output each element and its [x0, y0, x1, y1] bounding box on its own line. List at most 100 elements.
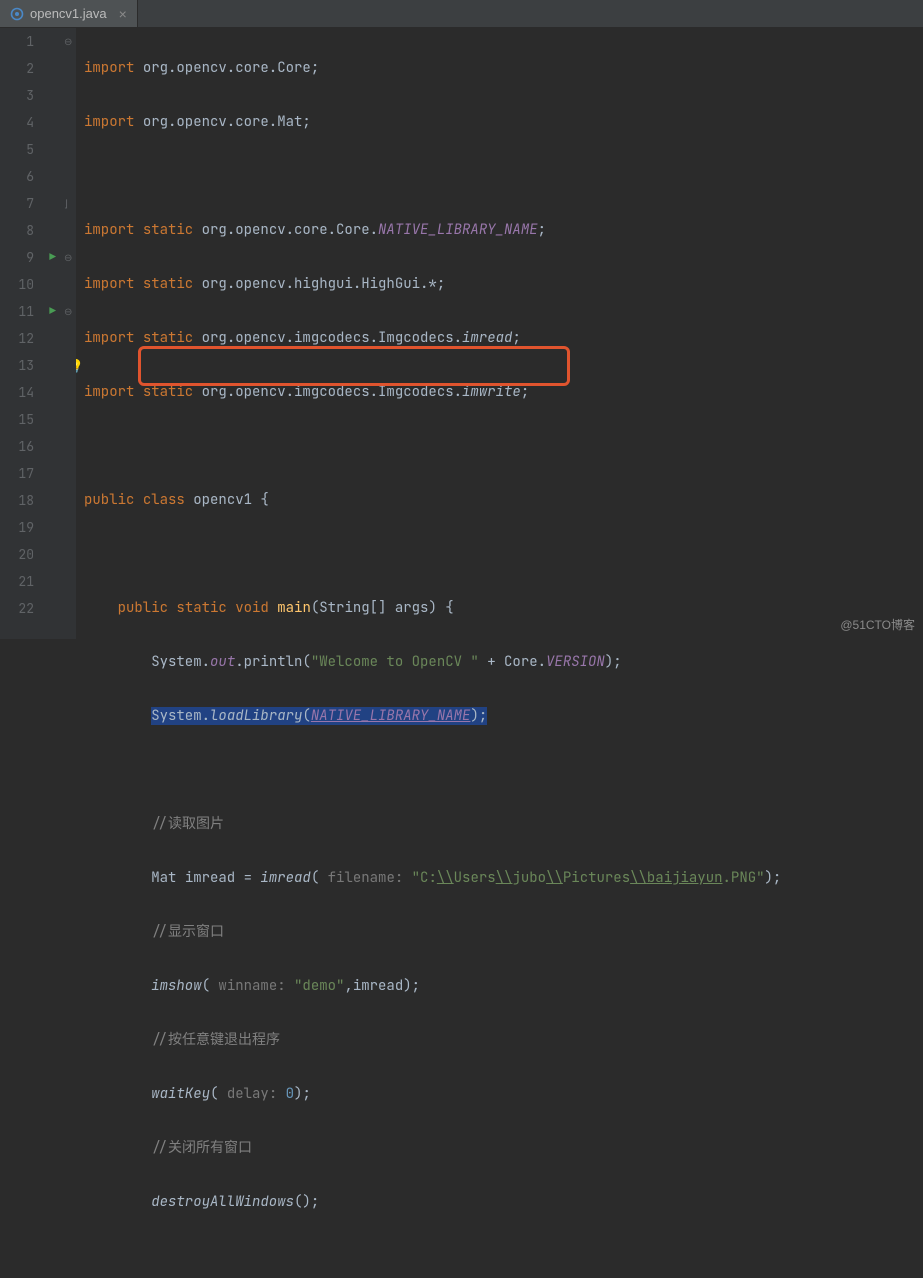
fold-marker[interactable]: ⊖ — [64, 298, 72, 325]
method: loadLibrary — [210, 707, 302, 725]
field: NATIVE_LIBRARY_NAME — [311, 707, 471, 725]
method: imread — [462, 329, 512, 347]
line-number: 11 — [18, 303, 34, 320]
method: imshow — [151, 977, 201, 995]
line-number: 16 — [18, 438, 34, 455]
field: NATIVE_LIBRARY_NAME — [378, 221, 538, 239]
comment: //显示窗口 — [151, 923, 224, 941]
class-name: opencv1 — [193, 491, 252, 509]
line-number: 14 — [18, 384, 34, 401]
comment: //按任意键退出程序 — [151, 1031, 280, 1049]
field: out — [210, 653, 235, 671]
fold-marker[interactable]: ⌋ — [64, 190, 68, 217]
comment: //读取图片 — [151, 815, 224, 833]
line-number: 2 — [26, 60, 34, 77]
line-number: 5 — [26, 141, 34, 158]
line-number-gutter: 1 2 3 4 5 6 7 8 9▶ 10 11▶ 12 13💡 14 15 1… — [0, 28, 62, 639]
string: "demo" — [294, 977, 344, 995]
line-number: 6 — [26, 168, 34, 185]
semicolon: ; — [311, 59, 319, 77]
keyword: void — [235, 599, 269, 617]
type: Mat — [151, 869, 185, 887]
line-number: 19 — [18, 519, 34, 536]
brace: { — [252, 491, 269, 509]
method-name: main — [277, 599, 311, 617]
keyword: static — [143, 221, 193, 239]
keyword: public — [118, 599, 168, 617]
identifier: System — [151, 707, 201, 725]
fold-marker[interactable]: ⊖ — [64, 244, 72, 271]
paren: ); — [605, 653, 622, 671]
string: \\ — [546, 869, 563, 887]
line-number: 17 — [18, 465, 34, 482]
package: org.opencv.core.Core. — [202, 221, 378, 239]
line-number: 9 — [26, 249, 34, 266]
file-tab[interactable]: opencv1.java × — [0, 0, 138, 27]
java-file-icon — [10, 7, 24, 21]
code-content[interactable]: import org.opencv.core.Core; import org.… — [76, 28, 923, 639]
keyword: static — [143, 383, 193, 401]
package: org.opencv.core.Mat — [143, 113, 303, 131]
keyword: static — [143, 329, 193, 347]
fold-marker[interactable]: ⊖ — [64, 28, 72, 55]
string: \\ — [630, 869, 647, 887]
string: .PNG" — [723, 869, 765, 887]
string: "C: — [412, 869, 437, 887]
string: \\ — [437, 869, 454, 887]
semicolon: ; — [512, 329, 520, 347]
args: ,imread); — [344, 977, 420, 995]
string: baijiayun — [647, 869, 723, 887]
keyword: import — [84, 329, 134, 347]
line-number: 15 — [18, 411, 34, 428]
number: 0 — [286, 1085, 294, 1103]
call: .println( — [235, 653, 311, 671]
package: org.opencv.imgcodecs.Imgcodecs. — [202, 329, 462, 347]
line-number: 18 — [18, 492, 34, 509]
semicolon: ; — [538, 221, 546, 239]
tab-filename: opencv1.java — [30, 6, 107, 21]
paren: ); — [470, 707, 487, 725]
run-icon[interactable]: ▶ — [49, 298, 56, 325]
line-number: 10 — [18, 276, 34, 293]
paren: (); — [294, 1193, 319, 1211]
watermark: @51CTO博客 — [840, 616, 915, 633]
line-number: 8 — [26, 222, 34, 239]
identifier: imread — [185, 869, 235, 887]
identifier: System — [151, 653, 201, 671]
semicolon: ; — [521, 383, 529, 401]
operator: = — [235, 869, 260, 887]
keyword: import — [84, 113, 134, 131]
method: waitKey — [151, 1085, 210, 1103]
line-number: 3 — [26, 87, 34, 104]
line-number: 12 — [18, 330, 34, 347]
package: org.opencv.core.Core — [143, 59, 311, 77]
package: org.opencv.imgcodecs.Imgcodecs. — [202, 383, 462, 401]
param-hint: winname: — [218, 977, 294, 995]
string: "Welcome to OpenCV " — [311, 653, 479, 671]
param-hint: filename: — [328, 869, 412, 887]
field: VERSION — [546, 653, 605, 671]
fold-column: ⊖ ⌋ ⊖ ⊖ — [62, 28, 76, 639]
semicolon: ; — [437, 275, 445, 293]
keyword: import — [84, 383, 134, 401]
line-number: 1 — [26, 33, 34, 50]
keyword: import — [84, 59, 134, 77]
string: Pictures — [563, 869, 630, 887]
method: destroyAllWindows — [151, 1193, 294, 1211]
paren: ( — [302, 707, 310, 725]
line-number: 13 — [18, 357, 34, 374]
line-number: 4 — [26, 114, 34, 131]
method: imread — [260, 869, 310, 887]
line-number: 20 — [18, 546, 34, 563]
keyword: import — [84, 275, 134, 293]
param-hint: delay: — [227, 1085, 286, 1103]
keyword: static — [143, 275, 193, 293]
editor[interactable]: 1 2 3 4 5 6 7 8 9▶ 10 11▶ 12 13💡 14 15 1… — [0, 28, 923, 639]
close-icon[interactable]: × — [119, 6, 127, 22]
string: \\ — [496, 869, 513, 887]
run-icon[interactable]: ▶ — [49, 244, 56, 271]
keyword: class — [143, 491, 185, 509]
line-number: 21 — [18, 573, 34, 590]
string: jubo — [512, 869, 546, 887]
keyword: static — [176, 599, 226, 617]
